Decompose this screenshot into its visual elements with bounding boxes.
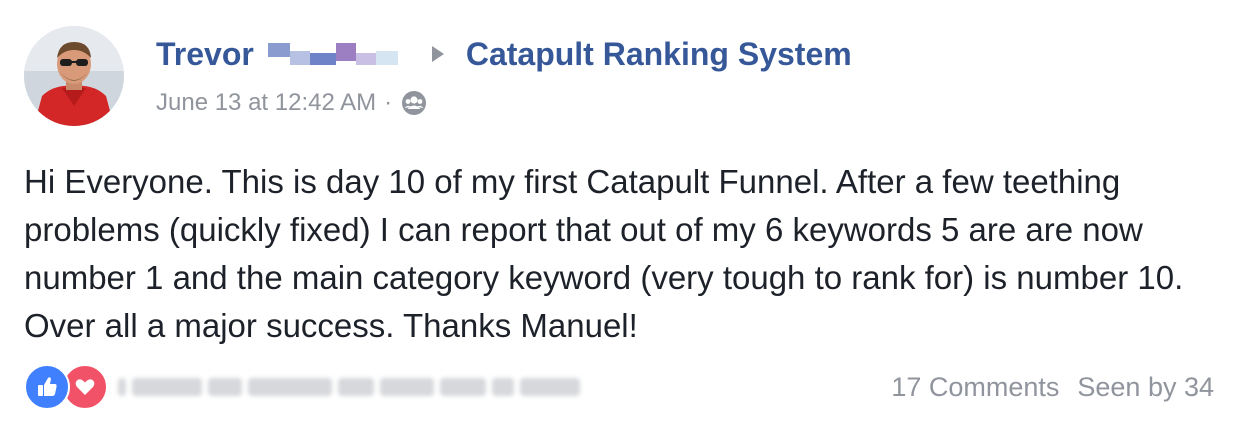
redacted-surname	[267, 39, 398, 69]
meta-separator: ·	[384, 89, 393, 116]
avatar-photo	[24, 26, 124, 126]
like-icon[interactable]	[24, 364, 70, 410]
author-avatar[interactable]	[24, 26, 124, 126]
author-name-link[interactable]: Trevor	[156, 36, 254, 73]
reactions-bar[interactable]	[24, 364, 658, 410]
post-meta: June 13 at 12:42 AM ·	[156, 86, 428, 120]
group-name-link[interactable]: Catapult Ranking System	[466, 36, 852, 73]
post-timestamp[interactable]: June 13 at 12:42 AM	[156, 89, 376, 117]
group-members-icon[interactable]	[400, 89, 428, 117]
post-header: Trevor Catapult Ranking System	[156, 34, 852, 74]
post-body-text: Hi Everyone. This is day 10 of my first …	[24, 163, 1184, 344]
comments-count-link[interactable]: 17 Comments	[891, 372, 1059, 403]
post-stats: 17 Comments Seen by 34	[891, 368, 1214, 406]
shared-to-arrow-icon	[431, 46, 444, 62]
reactors-names-redacted	[118, 375, 658, 399]
facebook-post: Trevor Catapult Ranking System June 13 a…	[0, 0, 1238, 430]
seen-by-count[interactable]: Seen by 34	[1077, 372, 1214, 403]
